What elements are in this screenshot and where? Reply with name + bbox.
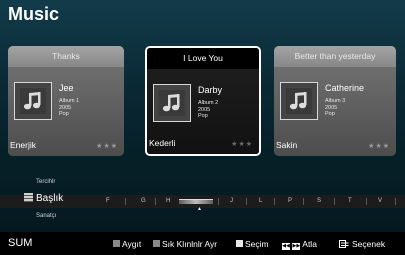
- track-genre: Pop: [325, 111, 335, 117]
- index-separator: [366, 198, 367, 205]
- index-letter[interactable]: P: [288, 195, 292, 208]
- track-mood: Kederli: [149, 138, 176, 148]
- track-card-body: Jee Album 1 2005 Pop Enerjik ★★★: [8, 67, 124, 156]
- rewind-key-icon: ◀◀: [282, 243, 290, 250]
- track-album: Album 2: [198, 100, 219, 106]
- index-separator: [303, 198, 304, 205]
- device-color-key-icon: [113, 240, 120, 247]
- music-note-icon: [153, 84, 191, 122]
- frequent-color-key-icon: [153, 240, 160, 247]
- device-label: Aygıt: [122, 239, 142, 249]
- list-handle-icon: [24, 193, 33, 202]
- track-title: I Love You: [147, 48, 259, 69]
- index-slider-thumb[interactable]: [179, 199, 213, 204]
- track-mood: Enerjik: [10, 140, 36, 150]
- frequent-label: Sık Klınlnlr Ayr: [162, 239, 218, 249]
- frequent-button[interactable]: Sık Klınlnlr Ayr: [153, 239, 217, 249]
- track-artist: Catherine: [325, 83, 365, 93]
- music-browser-screen: Music Thanks Jee Album 1 2005 Pop Enerji…: [0, 0, 405, 255]
- index-separator: [334, 198, 335, 205]
- track-meta: Album 2 2005 Pop: [198, 100, 218, 120]
- page-title: Music: [8, 4, 60, 24]
- index-letter[interactable]: T: [348, 195, 352, 208]
- sort-option-prev[interactable]: Tercihlr: [36, 179, 55, 185]
- index-separator: [395, 198, 396, 205]
- track-card-body: Catherine Album 3 2005 Pop Sakin ★★★: [274, 67, 396, 156]
- index-separator: [246, 198, 247, 205]
- index-letter[interactable]: G: [141, 195, 146, 208]
- index-position-marker-icon: ▲: [197, 206, 202, 212]
- track-album: Album 3: [325, 98, 346, 104]
- select-button[interactable]: Seçim: [236, 239, 269, 249]
- sort-option-next[interactable]: Sanatçı: [36, 213, 56, 219]
- jump-label: Atla: [302, 239, 317, 249]
- track-card-2-selected[interactable]: I Love You Darby Album 2 2005 Pop Kederl…: [145, 46, 261, 156]
- index-separator: [274, 198, 275, 205]
- music-note-icon: [280, 82, 318, 120]
- device-button[interactable]: Aygıt: [113, 239, 141, 249]
- select-label: Seçim: [245, 239, 269, 249]
- track-title: Better than yesterday: [274, 46, 396, 67]
- track-genre: Pop: [59, 111, 69, 117]
- track-artist: Jee: [59, 83, 74, 93]
- track-meta: Album 3 2005 Pop: [325, 98, 345, 118]
- track-rating-stars-icon: ★★★: [368, 143, 390, 150]
- source-label: SUM: [8, 237, 33, 249]
- track-card-1[interactable]: Thanks Jee Album 1 2005 Pop Enerjik ★★★: [8, 46, 124, 156]
- sort-filter-area: Tercihlr F G H J L P S T V Başlık Sanatç…: [0, 169, 405, 231]
- track-card-body: Darby Album 2 2005 Pop Kederli ★★★: [147, 69, 259, 154]
- jump-button[interactable]: ◀◀ ▶▶ Atla: [282, 239, 317, 250]
- fast-forward-key-icon: ▶▶: [292, 243, 301, 250]
- track-title: Thanks: [8, 46, 124, 67]
- select-color-key-icon: [236, 240, 243, 247]
- index-letter[interactable]: F: [106, 195, 110, 208]
- track-card-3[interactable]: Better than yesterday Catherine Album 3 …: [274, 46, 396, 156]
- track-meta: Album 1 2005 Pop: [59, 98, 79, 118]
- index-letter[interactable]: S: [317, 195, 321, 208]
- index-letter[interactable]: V: [378, 195, 382, 208]
- track-album: Album 1: [59, 98, 80, 104]
- tools-icon: [339, 240, 349, 248]
- index-letter[interactable]: L: [259, 195, 262, 208]
- index-separator: [125, 198, 126, 205]
- track-rating-stars-icon: ★★★: [96, 143, 118, 150]
- index-letter[interactable]: J: [230, 195, 233, 208]
- track-mood: Sakin: [276, 140, 298, 150]
- track-artist: Darby: [198, 85, 223, 95]
- index-letter[interactable]: H: [166, 195, 170, 208]
- footer-bar: SUM Aygıt Sık Klınlnlr Ayr Seçim ◀◀ ▶▶ A…: [0, 232, 405, 255]
- options-button[interactable]: Seçenek: [339, 239, 385, 249]
- index-separator: [155, 198, 156, 205]
- options-label: Seçenek: [352, 239, 386, 249]
- music-note-icon: [14, 82, 52, 120]
- sort-option-current[interactable]: Başlık: [36, 193, 63, 204]
- index-separator: [218, 198, 219, 205]
- track-genre: Pop: [198, 113, 208, 119]
- track-rating-stars-icon: ★★★: [231, 141, 253, 148]
